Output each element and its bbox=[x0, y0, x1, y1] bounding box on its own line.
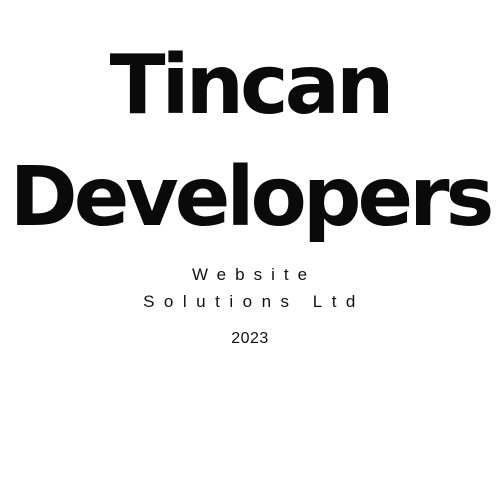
year-label: 2023 bbox=[231, 330, 269, 347]
logo-canvas: Tincan Developers Website Solutions Ltd … bbox=[0, 0, 500, 500]
brand-title-line-1: Tincan bbox=[109, 38, 395, 133]
tagline-line-1: Website bbox=[191, 265, 317, 284]
tagline-line-2: Solutions Ltd bbox=[143, 292, 365, 311]
brand-title-line-2: Developers bbox=[9, 150, 495, 245]
